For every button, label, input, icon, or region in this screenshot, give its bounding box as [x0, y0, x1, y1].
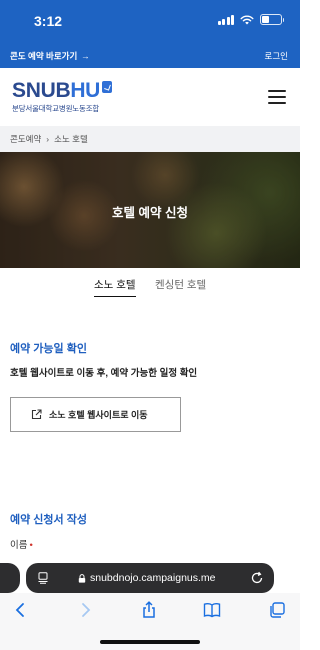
- previous-tab-pill[interactable]: [0, 563, 20, 593]
- battery-icon: [260, 14, 284, 25]
- wifi-icon: [240, 15, 254, 24]
- application-title: 예약 신청서 작성: [10, 514, 87, 526]
- lock-icon: [78, 573, 86, 583]
- bookmarks-icon[interactable]: [203, 601, 221, 619]
- tab-sono-hotel[interactable]: 소노 호텔: [94, 277, 136, 297]
- hotel-tabs: 소노 호텔 켄싱턴 호텔: [0, 268, 300, 298]
- name-field-label: 이름 •: [10, 540, 33, 551]
- external-link-icon: [31, 409, 42, 420]
- address-bar[interactable]: snubdnojo.campaignus.me: [26, 563, 274, 593]
- condo-reservation-link-label: 콘도 예약 바로가기: [10, 51, 78, 61]
- status-icons: [217, 14, 284, 25]
- site-header: SNUBHU 분당서울대학교병원노동조합: [0, 68, 300, 126]
- reader-icon[interactable]: [38, 572, 48, 584]
- tab-kensington-hotel[interactable]: 켄싱턴 호텔: [155, 277, 206, 292]
- availability-title: 예약 가능일 확인: [10, 343, 87, 355]
- logo-subtitle: 분당서울대학교병원노동조합: [12, 104, 100, 113]
- top-strip: 콘도 예약 바로가기 → 로그인: [0, 42, 300, 68]
- hero-banner: 호텔 예약 신청: [0, 152, 300, 268]
- logo-mark-icon: [102, 81, 113, 93]
- back-icon[interactable]: [12, 601, 30, 619]
- forward-icon[interactable]: [76, 601, 94, 619]
- hamburger-menu-button[interactable]: [268, 90, 286, 104]
- breadcrumb-item-sono: 소노 호텔: [54, 134, 88, 144]
- arrow-right-icon: →: [81, 51, 90, 61]
- logo-wordmark: SNUBHU: [12, 80, 113, 102]
- breadcrumb-item-condo[interactable]: 콘도예약: [10, 133, 41, 145]
- url-text: snubdnojo.campaignus.me: [90, 572, 216, 584]
- tabs-icon[interactable]: [268, 601, 286, 619]
- page-title: 호텔 예약 신청: [112, 206, 188, 220]
- status-time: 3:12: [34, 13, 63, 29]
- share-icon[interactable]: [140, 601, 158, 619]
- go-to-hotel-website-label: 소노 호텔 웹사이트로 이동: [49, 410, 148, 420]
- login-link[interactable]: 로그인: [265, 50, 288, 62]
- status-bar: 3:12: [0, 0, 300, 42]
- site-logo[interactable]: SNUBHU 분당서울대학교병원노동조합: [12, 80, 113, 114]
- availability-description: 호텔 웹사이트로 이동 후, 예약 가능한 일정 확인: [10, 368, 198, 379]
- required-mark: •: [29, 540, 33, 551]
- cellular-signal-icon: [217, 14, 234, 25]
- breadcrumb: 콘도예약 › 소노 호텔: [0, 126, 300, 152]
- reload-icon[interactable]: [250, 571, 264, 585]
- home-indicator: [100, 640, 200, 644]
- chevron-right-icon: ›: [46, 134, 50, 144]
- go-to-hotel-website-button[interactable]: 소노 호텔 웹사이트로 이동: [10, 397, 181, 432]
- condo-reservation-link[interactable]: 콘도 예약 바로가기 →: [10, 50, 90, 62]
